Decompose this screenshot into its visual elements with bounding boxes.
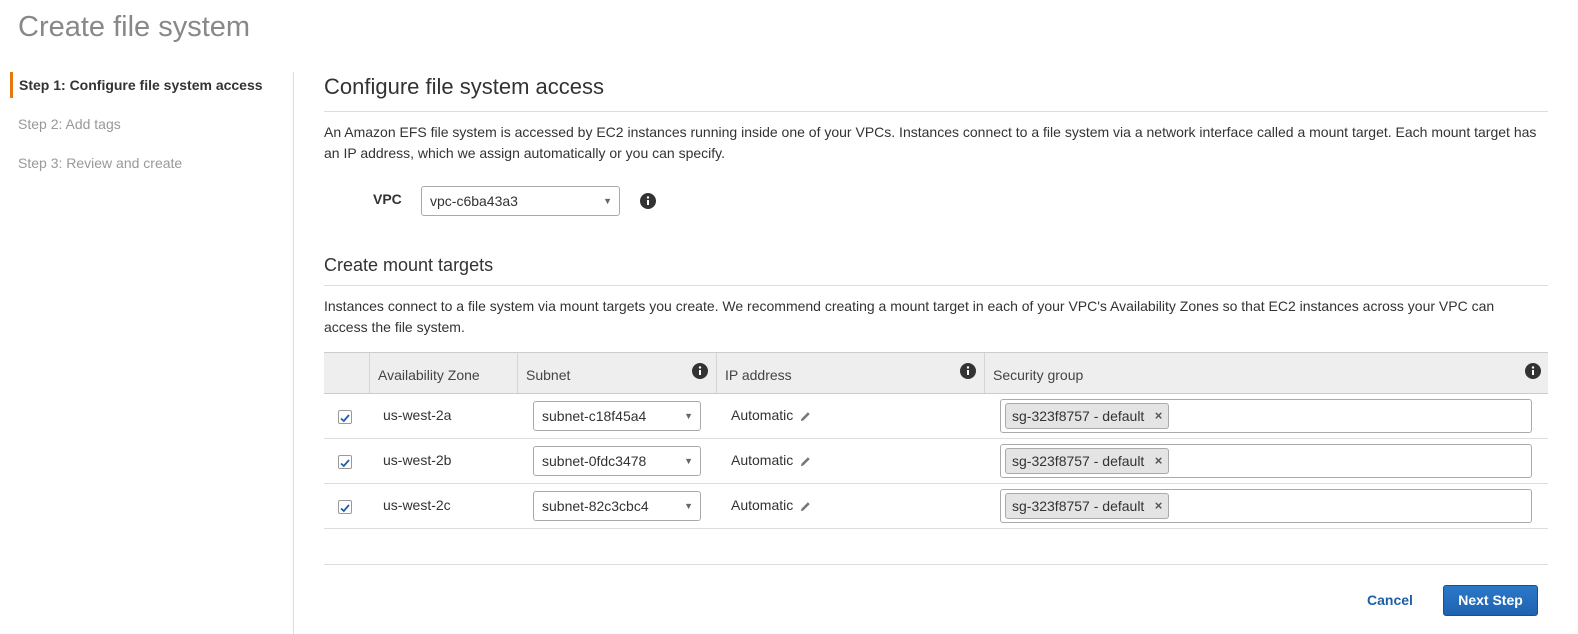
- step-configure-access[interactable]: Step 1: Configure file system access: [10, 72, 293, 98]
- footer-divider: [324, 564, 1548, 565]
- subnet-select-value: subnet-82c3cbc4: [542, 498, 649, 514]
- header-subnet: Subnet: [517, 353, 716, 393]
- availability-zone: us-west-2a: [383, 407, 452, 423]
- table-row: us-west-2b subnet-0fdc3478 ▼ Automatic s…: [324, 439, 1548, 484]
- pencil-icon[interactable]: [800, 456, 811, 467]
- header-select: [324, 353, 369, 393]
- vpc-select-value: vpc-c6ba43a3: [430, 193, 518, 209]
- caret-down-icon: ▼: [684, 411, 693, 421]
- caret-down-icon: ▼: [603, 196, 612, 206]
- vpc-label: VPC: [373, 191, 402, 207]
- security-group-input[interactable]: sg-323f8757 - default ×: [1000, 489, 1532, 523]
- wizard-steps: Step 1: Configure file system access Ste…: [10, 72, 294, 634]
- remove-icon[interactable]: ×: [1155, 404, 1163, 428]
- security-group-tag: sg-323f8757 - default ×: [1005, 403, 1170, 429]
- mount-targets-description: Instances connect to a file system via m…: [324, 298, 1495, 335]
- step-add-tags[interactable]: Step 2: Add tags: [10, 111, 293, 137]
- remove-icon[interactable]: ×: [1155, 449, 1163, 473]
- subnet-select[interactable]: subnet-0fdc3478 ▼: [533, 446, 701, 476]
- subnet-select-value: subnet-c18f45a4: [542, 408, 647, 424]
- mount-targets-table: Availability Zone Subnet IP address Secu…: [324, 352, 1548, 529]
- header-ip-address: IP address: [716, 353, 984, 393]
- pencil-icon[interactable]: [800, 501, 811, 512]
- subnet-select[interactable]: subnet-c18f45a4 ▼: [533, 401, 701, 431]
- security-group-tag: sg-323f8757 - default ×: [1005, 493, 1170, 519]
- table-row: us-west-2c subnet-82c3cbc4 ▼ Automatic s…: [324, 484, 1548, 529]
- pencil-icon[interactable]: [800, 411, 811, 422]
- info-icon[interactable]: [640, 193, 656, 209]
- availability-zone: us-west-2b: [383, 452, 452, 468]
- info-icon[interactable]: [960, 363, 976, 379]
- security-group-tag: sg-323f8757 - default ×: [1005, 448, 1170, 474]
- header-availability-zone: Availability Zone: [369, 353, 517, 393]
- header-security-group: Security group: [984, 353, 1548, 393]
- table-header: Availability Zone Subnet IP address Secu…: [324, 353, 1548, 394]
- row-checkbox[interactable]: [338, 455, 352, 469]
- cancel-button[interactable]: Cancel: [1367, 592, 1413, 608]
- caret-down-icon: ▼: [684, 501, 693, 511]
- checkmark-icon: [340, 504, 350, 513]
- ip-address[interactable]: Automatic: [731, 452, 811, 468]
- ip-address[interactable]: Automatic: [731, 407, 811, 423]
- caret-down-icon: ▼: [684, 456, 693, 466]
- table-row: us-west-2a subnet-c18f45a4 ▼ Automatic s…: [324, 394, 1548, 439]
- info-icon[interactable]: [1525, 363, 1541, 379]
- vpc-row: VPC vpc-c6ba43a3 ▼: [324, 185, 1548, 217]
- page-title: Create file system: [18, 11, 251, 43]
- checkmark-icon: [340, 414, 350, 423]
- next-step-button[interactable]: Next Step: [1443, 585, 1538, 616]
- mount-targets-title: Create mount targets: [324, 254, 1548, 286]
- ip-address[interactable]: Automatic: [731, 497, 811, 513]
- checkmark-icon: [340, 459, 350, 468]
- security-group-input[interactable]: sg-323f8757 - default ×: [1000, 399, 1532, 433]
- row-checkbox[interactable]: [338, 410, 352, 424]
- vpc-select[interactable]: vpc-c6ba43a3 ▼: [421, 186, 620, 216]
- step-review-create[interactable]: Step 3: Review and create: [10, 150, 293, 176]
- info-icon[interactable]: [692, 363, 708, 379]
- row-checkbox[interactable]: [338, 500, 352, 514]
- main-content: Configure file system access An Amazon E…: [324, 72, 1548, 529]
- security-group-input[interactable]: sg-323f8757 - default ×: [1000, 444, 1532, 478]
- availability-zone: us-west-2c: [383, 497, 451, 513]
- remove-icon[interactable]: ×: [1155, 494, 1163, 518]
- subnet-select-value: subnet-0fdc3478: [542, 453, 647, 469]
- subnet-select[interactable]: subnet-82c3cbc4 ▼: [533, 491, 701, 521]
- section-title: Configure file system access: [324, 72, 1548, 112]
- configure-description: An Amazon EFS file system is accessed by…: [324, 124, 1537, 161]
